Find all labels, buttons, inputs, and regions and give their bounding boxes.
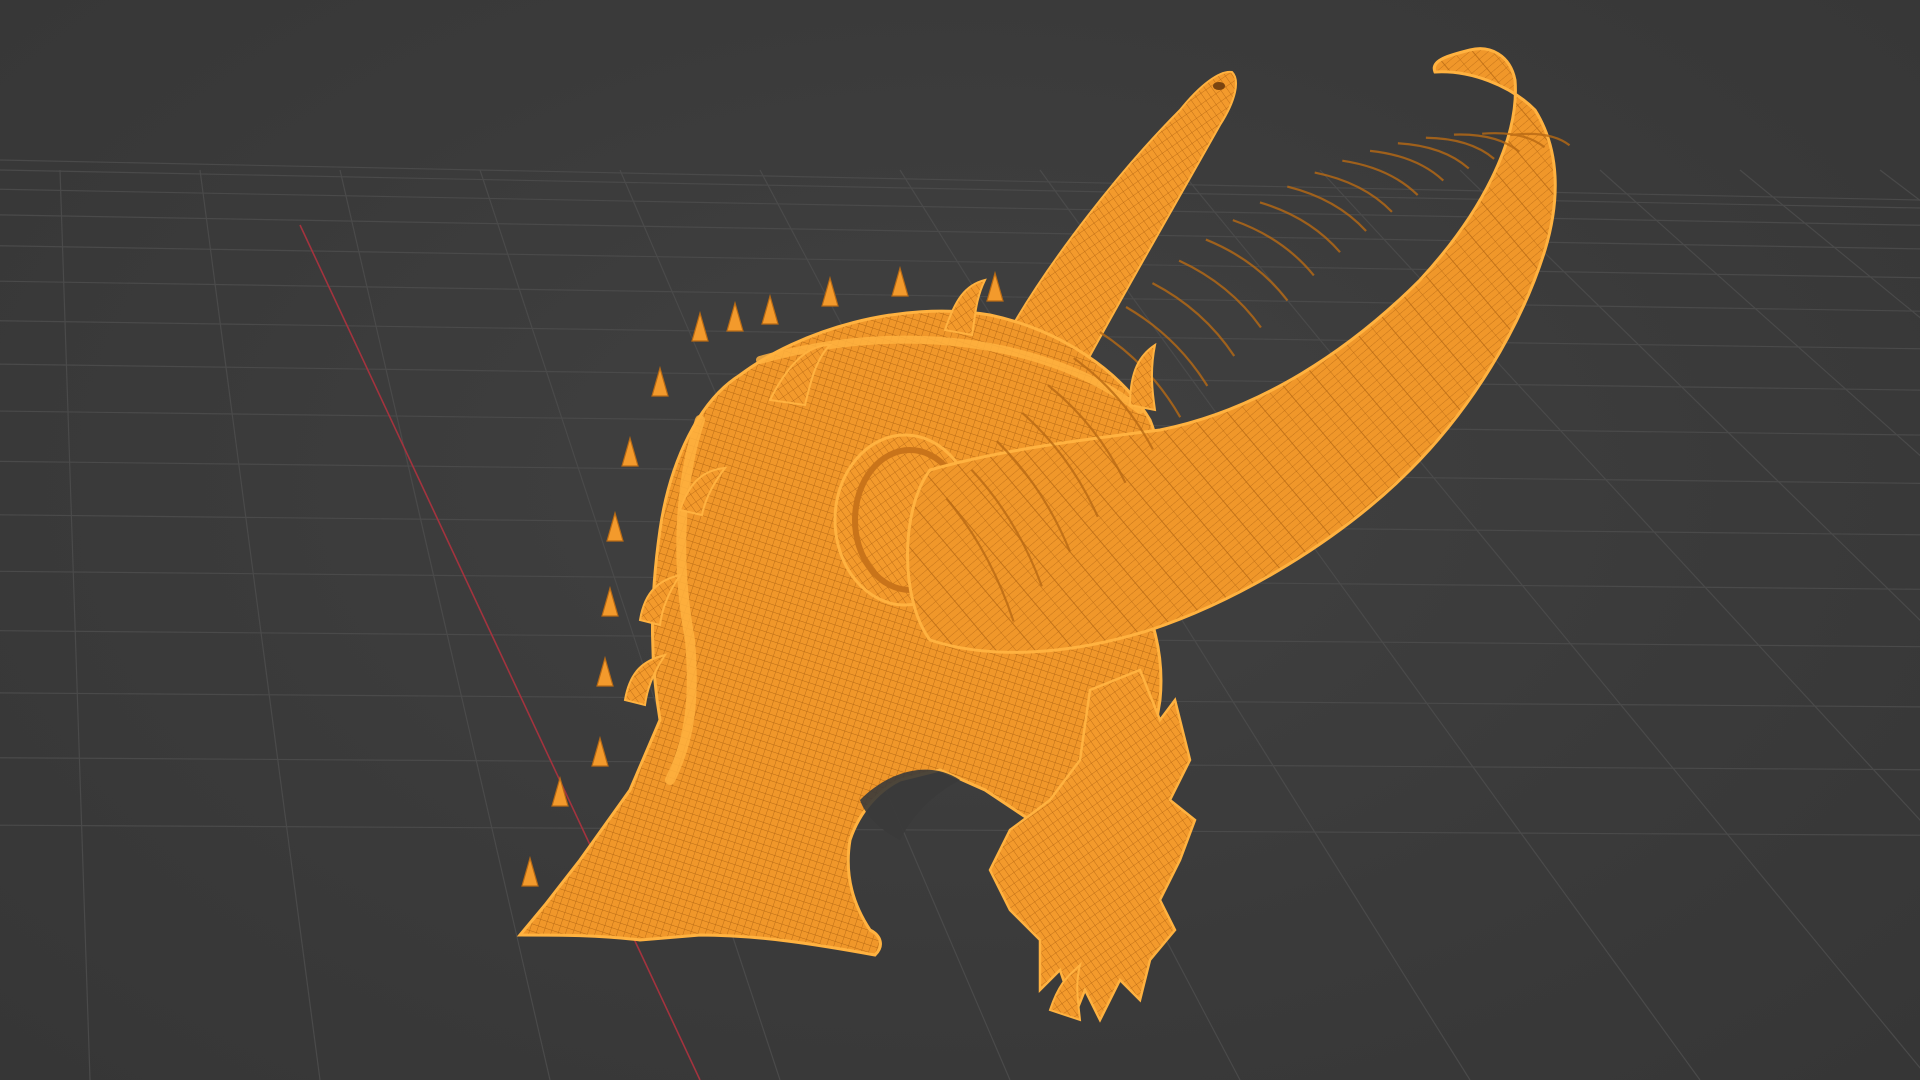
horn-rib — [1151, 282, 1236, 357]
crest-spike — [651, 365, 669, 397]
crest-spike — [891, 265, 909, 297]
grid-line — [339, 169, 551, 1080]
grid-line — [1459, 169, 1920, 621]
horn-rib — [1287, 185, 1367, 232]
crest-spike — [986, 270, 1004, 302]
grid-line — [1879, 169, 1920, 202]
grid-line — [59, 169, 91, 1080]
grid-line — [1739, 169, 1920, 319]
grid-line — [199, 169, 321, 1080]
far-horn — [1008, 70, 1237, 367]
crest-spike — [761, 293, 779, 325]
horn-rib — [1259, 201, 1341, 253]
crest-spike — [601, 585, 619, 617]
x-axis-line — [299, 224, 701, 1080]
horn-rib — [1205, 238, 1289, 302]
grid-line — [1179, 169, 1920, 1069]
crest-spike — [621, 435, 639, 467]
crest-spike — [591, 735, 609, 767]
viewport-scene[interactable] — [0, 0, 1920, 1080]
crest-spike — [606, 510, 624, 542]
grid-line — [0, 169, 1920, 209]
horn-tip-hole — [1213, 82, 1225, 90]
horn-rib — [1425, 136, 1495, 160]
crest-spike — [521, 855, 539, 887]
horn-rib — [1342, 159, 1419, 196]
helmet-mesh-icon[interactable] — [516, 47, 1571, 1023]
crest-spike — [726, 300, 744, 332]
3d-viewport[interactable] — [0, 0, 1920, 1080]
horn-rib — [1178, 259, 1262, 329]
horn-rib — [1369, 149, 1445, 182]
crest-spike — [596, 655, 614, 687]
grid-line — [0, 245, 1920, 279]
grid-line — [0, 159, 1920, 201]
horn-rib — [1397, 142, 1470, 170]
crest-spike — [691, 310, 709, 342]
